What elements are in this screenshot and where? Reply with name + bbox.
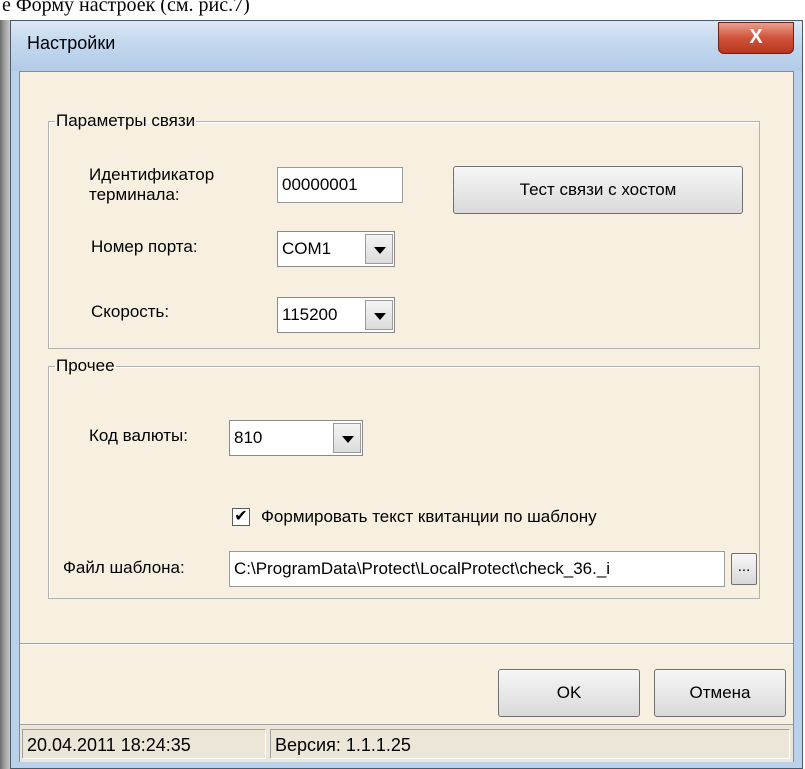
background-window-edge bbox=[0, 20, 10, 769]
terminal-id-input[interactable]: 00000001 bbox=[277, 167, 403, 203]
document-caption: е Форму настроек (см. рис.7) bbox=[2, 0, 250, 16]
speed-select-value: 115200 bbox=[282, 305, 338, 324]
port-dropdown-button[interactable] bbox=[365, 234, 393, 264]
chevron-down-icon bbox=[374, 313, 386, 320]
window-title: Настройки bbox=[27, 33, 116, 53]
browse-button[interactable]: ... bbox=[731, 553, 757, 585]
other-group: Прочее Код валюты: 810 ✔ Формировать тек… bbox=[48, 357, 760, 599]
status-bar: 20.04.2011 18:24:35 Версия: 1.1.1.25 bbox=[20, 724, 793, 762]
actions-separator bbox=[20, 643, 793, 645]
status-version: Версия: 1.1.1.25 bbox=[270, 729, 790, 759]
port-select-value: COM1 bbox=[282, 239, 332, 258]
speed-select[interactable]: 115200 bbox=[277, 297, 395, 333]
terminal-id-label: Идентификатор терминала: bbox=[89, 165, 215, 204]
chevron-down-icon bbox=[374, 247, 386, 254]
speed-dropdown-button[interactable] bbox=[365, 300, 393, 330]
currency-select-value: 810 bbox=[234, 428, 263, 447]
port-select[interactable]: COM1 bbox=[277, 231, 395, 267]
port-label: Номер порта: bbox=[91, 237, 198, 256]
connection-group: Параметры связи Идентификатор терминала:… bbox=[48, 112, 760, 349]
title-bar[interactable]: Настройки X bbox=[11, 21, 802, 71]
status-datetime: 20.04.2011 18:24:35 bbox=[22, 729, 266, 759]
other-group-legend: Прочее bbox=[56, 356, 115, 375]
connection-group-legend: Параметры связи bbox=[56, 111, 196, 130]
close-icon: X bbox=[749, 26, 763, 48]
template-file-label: Файл шаблона: bbox=[63, 558, 185, 577]
cancel-button[interactable]: Отмена bbox=[654, 669, 786, 717]
template-checkbox[interactable]: ✔ bbox=[232, 508, 250, 526]
dialog-client-area: Параметры связи Идентификатор терминала:… bbox=[19, 71, 794, 762]
ellipsis-icon: ... bbox=[737, 558, 751, 575]
currency-select[interactable]: 810 bbox=[229, 420, 363, 456]
ok-button[interactable]: OK bbox=[498, 669, 640, 717]
checkmark-icon: ✔ bbox=[234, 508, 248, 525]
currency-label: Код валюты: bbox=[89, 426, 188, 445]
template-checkbox-label[interactable]: Формировать текст квитанции по шаблону bbox=[261, 507, 597, 527]
currency-dropdown-button[interactable] bbox=[333, 423, 361, 453]
settings-dialog: Настройки X Параметры связи Идентификато… bbox=[10, 20, 803, 769]
close-button[interactable]: X bbox=[718, 22, 794, 54]
template-file-input[interactable]: C:\ProgramData\Protect\LocalProtect\chec… bbox=[229, 551, 725, 587]
chevron-down-icon bbox=[342, 436, 354, 443]
test-connection-button[interactable]: Тест связи с хостом bbox=[453, 166, 743, 214]
speed-label: Скорость: bbox=[91, 302, 170, 321]
